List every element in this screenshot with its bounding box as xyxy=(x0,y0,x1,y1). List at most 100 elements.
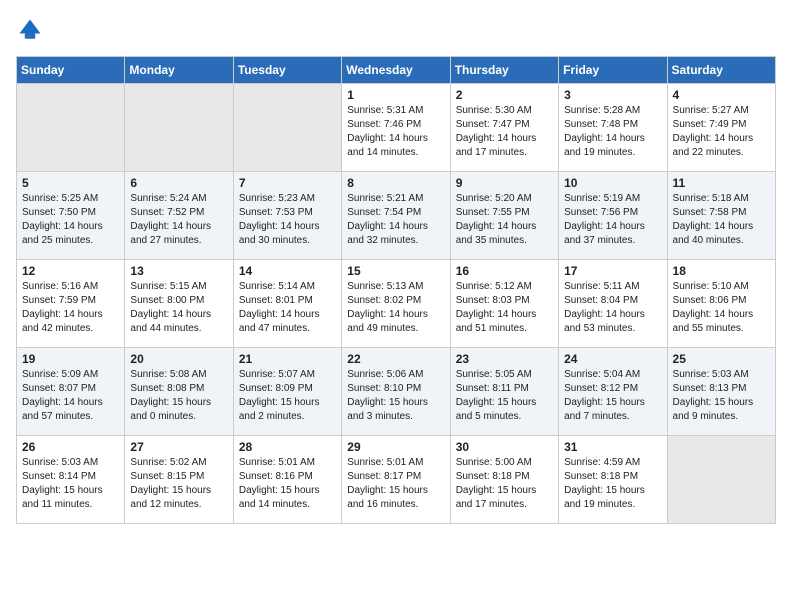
day-number: 31 xyxy=(564,440,661,454)
day-number: 17 xyxy=(564,264,661,278)
calendar-cell: 25 Sunrise: 5:03 AMSunset: 8:13 PMDayligh… xyxy=(667,348,775,436)
day-number: 28 xyxy=(239,440,336,454)
day-info: Sunrise: 5:08 AMSunset: 8:08 PMDaylight:… xyxy=(130,368,227,424)
day-number: 5 xyxy=(22,176,119,190)
calendar-week-row: 19 Sunrise: 5:09 AMSunset: 8:07 PMDayligh… xyxy=(17,348,776,436)
day-number: 12 xyxy=(22,264,119,278)
calendar-cell xyxy=(667,436,775,524)
day-info: Sunrise: 5:18 AMSunset: 7:58 PMDaylight:… xyxy=(673,192,770,248)
calendar-cell: 28 Sunrise: 5:01 AMSunset: 8:16 PMDayligh… xyxy=(233,436,341,524)
day-number: 10 xyxy=(564,176,661,190)
weekday-header-row: SundayMondayTuesdayWednesdayThursdayFrid… xyxy=(17,57,776,84)
calendar-week-row: 1Sunrise: 5:31 AMSunset: 7:46 PMDaylight… xyxy=(17,84,776,172)
day-number: 16 xyxy=(456,264,553,278)
logo xyxy=(16,16,48,44)
day-info: Sunrise: 5:20 AMSunset: 7:55 PMDaylight:… xyxy=(456,192,553,248)
weekday-header: Sunday xyxy=(17,57,125,84)
calendar-cell xyxy=(125,84,233,172)
day-info: Sunrise: 5:04 AMSunset: 8:12 PMDaylight:… xyxy=(564,368,661,424)
calendar-cell: 26Sunrise: 5:03 AMSunset: 8:14 PMDayligh… xyxy=(17,436,125,524)
calendar-cell: 30 Sunrise: 5:00 AMSunset: 8:18 PMDayligh… xyxy=(450,436,558,524)
day-number: 30 xyxy=(456,440,553,454)
day-info: Sunrise: 5:14 AMSunset: 8:01 PMDaylight:… xyxy=(239,280,336,336)
calendar-table: SundayMondayTuesdayWednesdayThursdayFrid… xyxy=(16,56,776,524)
calendar-cell: 31Sunrise: 4:59 AMSunset: 8:18 PMDayligh… xyxy=(559,436,667,524)
day-number: 8 xyxy=(347,176,444,190)
day-number: 7 xyxy=(239,176,336,190)
calendar-cell: 19 Sunrise: 5:09 AMSunset: 8:07 PMDayligh… xyxy=(17,348,125,436)
day-info: Sunrise: 5:01 AMSunset: 8:17 PMDaylight:… xyxy=(347,456,444,512)
calendar-cell: 22Sunrise: 5:06 AMSunset: 8:10 PMDayligh… xyxy=(342,348,450,436)
day-info: Sunrise: 5:12 AMSunset: 8:03 PMDaylight:… xyxy=(456,280,553,336)
logo-icon xyxy=(16,16,44,44)
calendar-cell xyxy=(17,84,125,172)
calendar-cell: 8 Sunrise: 5:21 AMSunset: 7:54 PMDaylight… xyxy=(342,172,450,260)
day-info: Sunrise: 5:09 AMSunset: 8:07 PMDaylight:… xyxy=(22,368,119,424)
weekday-header: Saturday xyxy=(667,57,775,84)
weekday-header: Wednesday xyxy=(342,57,450,84)
day-info: Sunrise: 5:31 AMSunset: 7:46 PMDaylight:… xyxy=(347,104,444,160)
weekday-header: Friday xyxy=(559,57,667,84)
calendar-cell: 9 Sunrise: 5:20 AMSunset: 7:55 PMDaylight… xyxy=(450,172,558,260)
day-info: Sunrise: 5:24 AMSunset: 7:52 PMDaylight:… xyxy=(130,192,227,248)
day-info: Sunrise: 5:02 AMSunset: 8:15 PMDaylight:… xyxy=(130,456,227,512)
day-info: Sunrise: 5:10 AMSunset: 8:06 PMDaylight:… xyxy=(673,280,770,336)
calendar-cell: 17 Sunrise: 5:11 AMSunset: 8:04 PMDayligh… xyxy=(559,260,667,348)
day-number: 11 xyxy=(673,176,770,190)
day-number: 4 xyxy=(673,88,770,102)
weekday-header: Tuesday xyxy=(233,57,341,84)
day-number: 18 xyxy=(673,264,770,278)
calendar-cell xyxy=(233,84,341,172)
calendar-cell: 13Sunrise: 5:15 AMSunset: 8:00 PMDayligh… xyxy=(125,260,233,348)
day-info: Sunrise: 5:07 AMSunset: 8:09 PMDaylight:… xyxy=(239,368,336,424)
page-header xyxy=(16,16,776,44)
calendar-cell: 15Sunrise: 5:13 AMSunset: 8:02 PMDayligh… xyxy=(342,260,450,348)
calendar-cell: 18 Sunrise: 5:10 AMSunset: 8:06 PMDayligh… xyxy=(667,260,775,348)
calendar-cell: 23Sunrise: 5:05 AMSunset: 8:11 PMDayligh… xyxy=(450,348,558,436)
day-info: Sunrise: 5:16 AMSunset: 7:59 PMDaylight:… xyxy=(22,280,119,336)
calendar-cell: 3 Sunrise: 5:28 AMSunset: 7:48 PMDaylight… xyxy=(559,84,667,172)
day-number: 26 xyxy=(22,440,119,454)
day-number: 6 xyxy=(130,176,227,190)
day-info: Sunrise: 5:00 AMSunset: 8:18 PMDaylight:… xyxy=(456,456,553,512)
day-number: 27 xyxy=(130,440,227,454)
calendar-cell: 11 Sunrise: 5:18 AMSunset: 7:58 PMDayligh… xyxy=(667,172,775,260)
day-number: 19 xyxy=(22,352,119,366)
day-info: Sunrise: 5:13 AMSunset: 8:02 PMDaylight:… xyxy=(347,280,444,336)
calendar-cell: 10Sunrise: 5:19 AMSunset: 7:56 PMDayligh… xyxy=(559,172,667,260)
day-info: Sunrise: 5:21 AMSunset: 7:54 PMDaylight:… xyxy=(347,192,444,248)
calendar-cell: 6 Sunrise: 5:24 AMSunset: 7:52 PMDaylight… xyxy=(125,172,233,260)
calendar-cell: 21 Sunrise: 5:07 AMSunset: 8:09 PMDayligh… xyxy=(233,348,341,436)
calendar-cell: 24 Sunrise: 5:04 AMSunset: 8:12 PMDayligh… xyxy=(559,348,667,436)
calendar-cell: 16 Sunrise: 5:12 AMSunset: 8:03 PMDayligh… xyxy=(450,260,558,348)
day-info: Sunrise: 5:06 AMSunset: 8:10 PMDaylight:… xyxy=(347,368,444,424)
day-info: Sunrise: 5:11 AMSunset: 8:04 PMDaylight:… xyxy=(564,280,661,336)
calendar-cell: 27 Sunrise: 5:02 AMSunset: 8:15 PMDayligh… xyxy=(125,436,233,524)
day-number: 13 xyxy=(130,264,227,278)
day-info: Sunrise: 5:23 AMSunset: 7:53 PMDaylight:… xyxy=(239,192,336,248)
day-info: Sunrise: 5:01 AMSunset: 8:16 PMDaylight:… xyxy=(239,456,336,512)
day-info: Sunrise: 5:03 AMSunset: 8:13 PMDaylight:… xyxy=(673,368,770,424)
calendar-week-row: 26Sunrise: 5:03 AMSunset: 8:14 PMDayligh… xyxy=(17,436,776,524)
weekday-header: Thursday xyxy=(450,57,558,84)
day-number: 24 xyxy=(564,352,661,366)
day-number: 20 xyxy=(130,352,227,366)
day-info: Sunrise: 5:25 AMSunset: 7:50 PMDaylight:… xyxy=(22,192,119,248)
calendar-cell: 29Sunrise: 5:01 AMSunset: 8:17 PMDayligh… xyxy=(342,436,450,524)
day-number: 9 xyxy=(456,176,553,190)
calendar-cell: 14 Sunrise: 5:14 AMSunset: 8:01 PMDayligh… xyxy=(233,260,341,348)
calendar-week-row: 5 Sunrise: 5:25 AMSunset: 7:50 PMDaylight… xyxy=(17,172,776,260)
day-number: 14 xyxy=(239,264,336,278)
day-info: Sunrise: 5:28 AMSunset: 7:48 PMDaylight:… xyxy=(564,104,661,160)
day-info: Sunrise: 5:30 AMSunset: 7:47 PMDaylight:… xyxy=(456,104,553,160)
calendar-cell: 20 Sunrise: 5:08 AMSunset: 8:08 PMDayligh… xyxy=(125,348,233,436)
day-info: Sunrise: 5:27 AMSunset: 7:49 PMDaylight:… xyxy=(673,104,770,160)
day-number: 2 xyxy=(456,88,553,102)
calendar-cell: 12 Sunrise: 5:16 AMSunset: 7:59 PMDayligh… xyxy=(17,260,125,348)
calendar-week-row: 12 Sunrise: 5:16 AMSunset: 7:59 PMDayligh… xyxy=(17,260,776,348)
calendar-cell: 5 Sunrise: 5:25 AMSunset: 7:50 PMDaylight… xyxy=(17,172,125,260)
day-number: 25 xyxy=(673,352,770,366)
calendar-cell: 2 Sunrise: 5:30 AMSunset: 7:47 PMDaylight… xyxy=(450,84,558,172)
day-number: 21 xyxy=(239,352,336,366)
day-number: 3 xyxy=(564,88,661,102)
